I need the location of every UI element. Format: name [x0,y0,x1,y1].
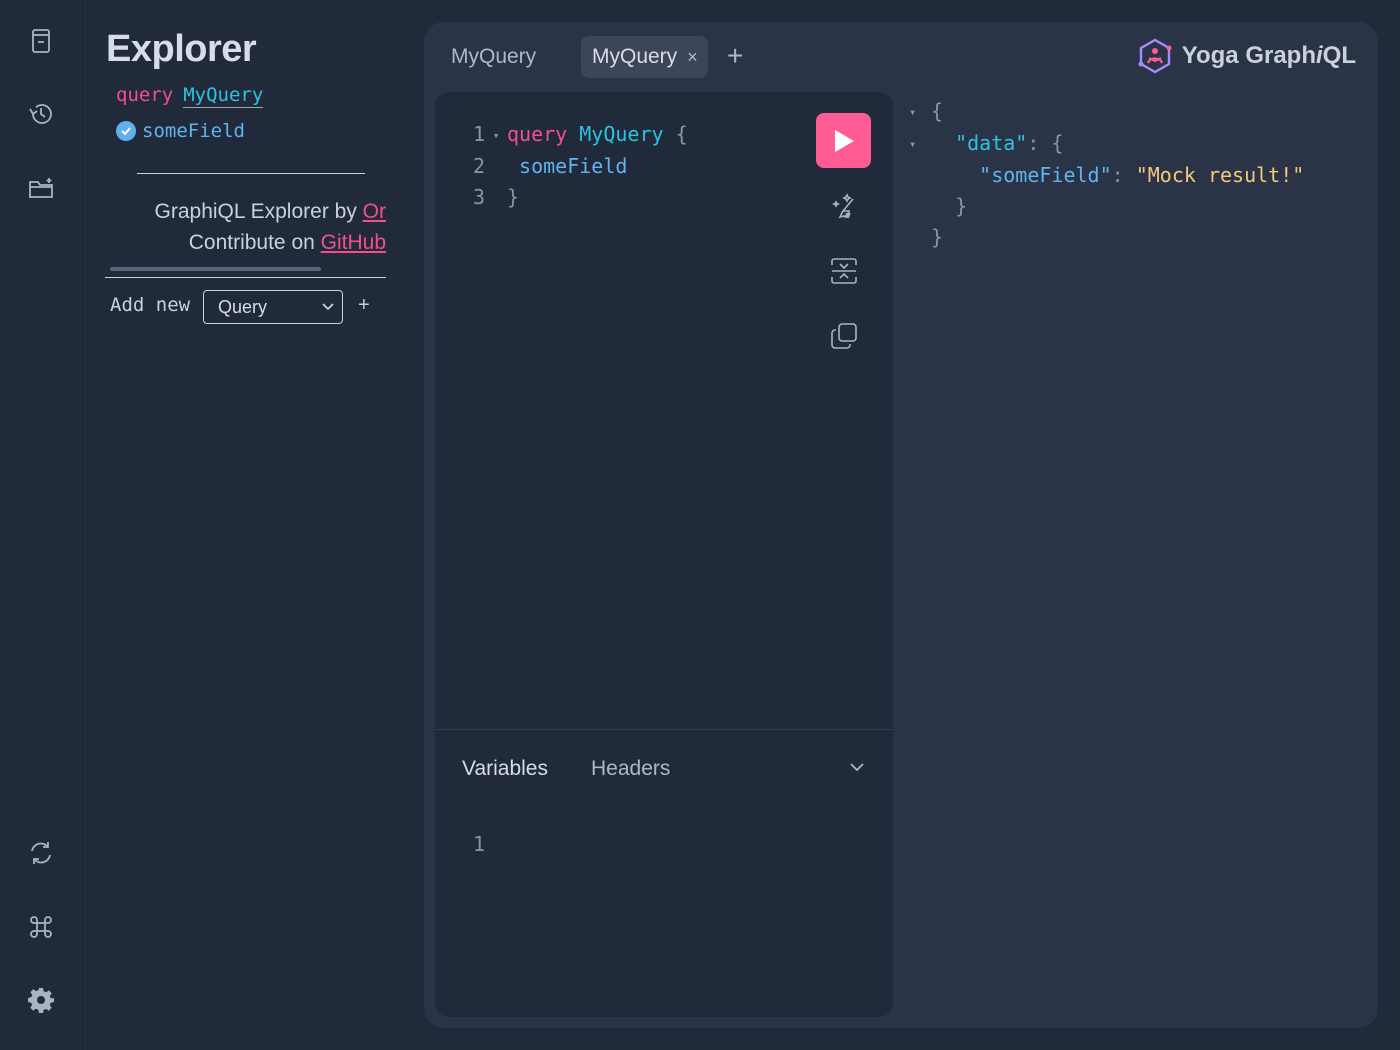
close-tab-icon[interactable]: × [687,47,698,68]
copy-icon [831,323,857,349]
yoga-graphiql-logo[interactable]: Yoga GraphiQL [1136,36,1356,76]
field-item-somefield[interactable]: someField [116,120,245,142]
divider [435,729,893,730]
operation-line[interactable]: query MyQuery [116,84,264,108]
run-query-button[interactable] [816,113,871,168]
fold-arrow-icon[interactable]: ▾ [485,120,507,151]
divider [105,277,386,278]
settings-icon[interactable] [24,983,58,1017]
horizontal-scrollbar[interactable] [110,267,321,271]
add-new-label: Add new [110,294,191,316]
code-line: 2 someField [472,154,628,178]
result-line: } [931,225,944,249]
contribute-text: Contribute on [188,231,321,254]
credit-text: GraphiQL Explorer by [154,200,363,223]
code-line: 3} [472,185,520,209]
chevron-down-icon [850,763,864,772]
toggle-variables-button[interactable] [847,757,867,782]
explorer-title: Explorer [106,28,257,70]
add-tab-button[interactable]: + [727,40,743,72]
result-line: } [955,194,968,218]
github-link[interactable]: GitHub [321,231,386,254]
credit-link[interactable]: Or [363,200,386,223]
checkbox-checked-icon[interactable] [116,121,136,141]
result-line: ▾ "data": { [909,128,1304,160]
play-icon [834,129,854,152]
tab-label: MyQuery [451,45,537,68]
result-line: ▾{ [909,96,1304,128]
result-viewer: ▾{ ▾ "data": { "someField": "Mock result… [909,96,1304,253]
divider [137,173,365,174]
copy-query-button[interactable] [828,320,860,352]
select-value: Query [218,296,268,317]
tab-myquery-1[interactable]: MyQuery [438,36,549,78]
field-label: someField [142,120,245,142]
variables-editor[interactable]: 1 [435,832,485,856]
sidebar-rail [0,0,83,1050]
operation-keyword: query [116,84,174,106]
operation-name-input[interactable]: MyQuery [183,84,264,108]
add-operation-button[interactable]: + [358,294,370,317]
fold-arrow-icon[interactable]: ▾ [909,129,931,160]
brand-text: Yoga GraphiQL [1181,42,1356,69]
shortcuts-icon[interactable] [24,910,58,944]
result-line: "someField": "Mock result!" [979,163,1305,187]
tab-variables[interactable]: Variables [462,757,548,781]
refetch-schema-icon[interactable] [24,836,58,870]
code-lines[interactable]: 1 ▾ query MyQuery { 2 someField 3} [435,119,688,213]
operation-type-select[interactable]: Query [203,290,343,324]
credits: GraphiQL Explorer by Or Contribute on Gi… [83,196,386,258]
code-line: 1 ▾ query MyQuery { [435,119,688,151]
tab-label: MyQuery [592,45,678,68]
prettify-button[interactable] [828,190,860,222]
prettify-icon [831,193,854,219]
tab-myquery-2-active[interactable]: MyQuery × [581,36,708,78]
session-card: MyQuery MyQuery × + Yoga GraphiQL 1 ▾ quer… [424,22,1378,1028]
tab-headers[interactable]: Headers [591,757,670,781]
yoga-logo-icon [1138,38,1172,74]
chevron-down-icon [322,303,334,311]
merge-fragments-button[interactable] [828,255,860,287]
explorer-panel: Explorer query MyQuery someField GraphiQL… [83,0,403,1050]
history-icon[interactable] [24,97,58,131]
add-folder-icon[interactable] [24,171,58,205]
fold-arrow-icon[interactable]: ▾ [909,97,931,128]
docs-icon[interactable] [24,24,58,58]
query-editor[interactable]: 1 ▾ query MyQuery { 2 someField 3} Variabl… [435,92,893,1017]
merge-icon [831,258,857,284]
